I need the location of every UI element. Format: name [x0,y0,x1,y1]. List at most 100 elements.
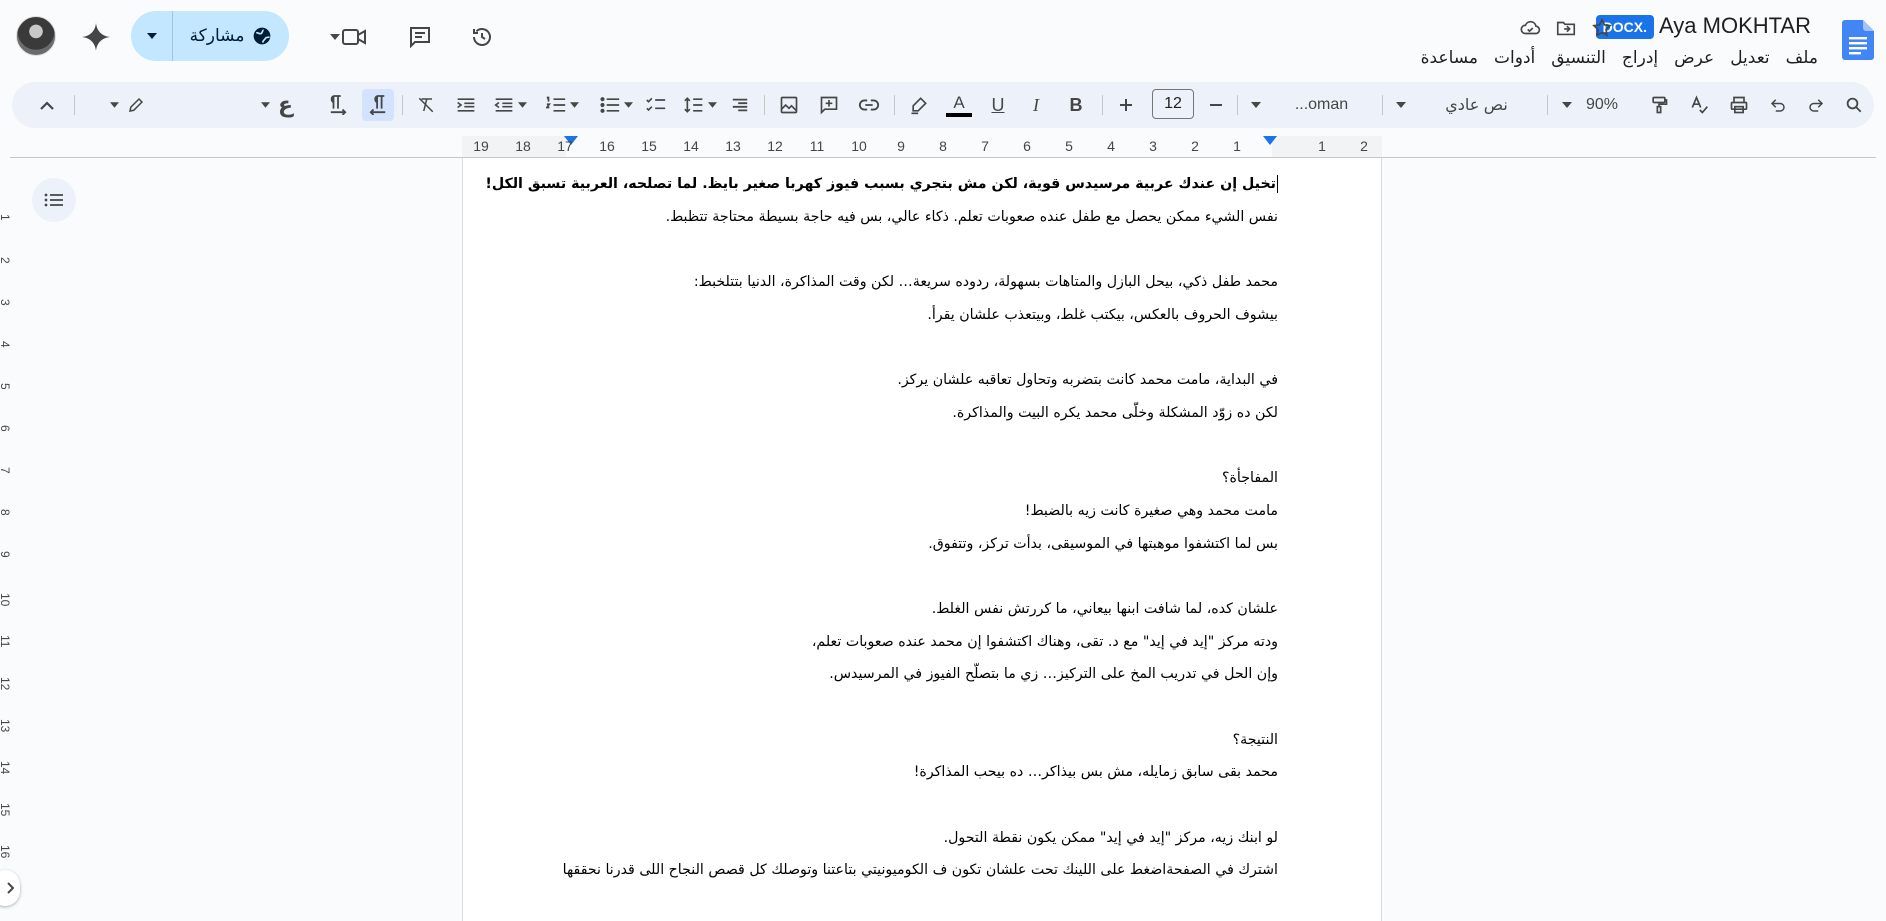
underline-icon: U [991,94,1005,115]
zoom-select[interactable]: 90% [1558,89,1628,121]
menu-bar: ملف تعديل عرض إدراج التنسيق أدوات مساعدة [1413,46,1826,70]
increase-indent-icon[interactable] [452,89,480,121]
star-icon[interactable] [1588,14,1616,42]
outline-list-icon [44,193,63,207]
input-tools-button[interactable]: ع [252,89,302,121]
ruler-number: 13 [725,138,741,154]
video-call-icon[interactable] [335,18,373,56]
globe-icon [254,27,271,45]
vertical-ruler[interactable]: 1 2 3 4 5 6 7 8 9 10 11 12 13 14 15 16 [0,160,12,921]
doc-line: تخيل إن عندك عربية مرسيدس قوية، لكن مش ب… [485,168,1278,201]
doc-line [578,789,1278,822]
doc-line: علشان كده، لما شافت ابنها بيعاني، ما كرر… [931,600,1278,617]
ruler-number: 17 [557,138,573,154]
ruler-number: 8 [939,138,947,154]
line-spacing-icon [683,97,702,113]
font-family-select[interactable]: ...oman [1247,89,1372,121]
paint-format-icon[interactable] [1644,89,1674,121]
undo-icon[interactable] [1764,89,1792,121]
vertical-ruler-number: 2 [0,257,12,264]
add-comment-icon[interactable] [814,89,844,121]
document-title[interactable]: Aya MOKHTAR [1659,13,1811,39]
chevron-down-icon [517,102,527,108]
collapse-toolbar-icon[interactable] [32,89,62,121]
doc-line: اشترك في الصفحةاضغط على اللينك تحت علشان… [562,862,1278,879]
editing-mode-button[interactable] [102,89,152,121]
decrease-indent-button[interactable] [490,89,530,121]
ruler-number: 1 [1233,138,1241,154]
menu-file[interactable]: ملف [1778,46,1826,70]
comments-icon[interactable] [401,18,439,56]
document-body[interactable]: تخيل إن عندك عربية مرسيدس قوية، لكن مش ب… [485,168,1278,887]
paragraph-style-select[interactable]: نص عادي [1392,89,1537,121]
doc-line: مامت محمد وهي صغيرة كانت زيه بالضبط! [1024,502,1278,519]
menu-insert[interactable]: إدراج [1614,46,1666,70]
ruler-number: 7 [981,138,989,154]
document-page[interactable]: تخيل إن عندك عربية مرسيدس قوية، لكن مش ب… [462,158,1382,921]
menu-format[interactable]: التنسيق [1543,46,1614,70]
ruler-number: 15 [641,138,657,154]
document-outline-button[interactable] [32,178,76,222]
chevron-down-icon [109,102,119,108]
menu-help[interactable]: مساعدة [1413,46,1486,70]
chevron-down-icon [623,102,633,108]
search-menus-icon[interactable] [1840,89,1868,121]
horizontal-ruler[interactable]: 2 1 1 2 3 4 5 6 7 8 9 10 11 12 13 14 15 … [462,136,1382,158]
version-history-icon[interactable] [463,18,501,56]
minus-icon [1210,104,1222,106]
menu-view[interactable]: عرض [1666,46,1722,70]
vertical-ruler-number: 3 [0,299,12,306]
line-spacing-button[interactable] [680,89,720,121]
menu-edit[interactable]: تعديل [1722,46,1777,70]
increase-font-size-button[interactable] [1112,89,1140,121]
bold-icon: B [1069,94,1083,115]
doc-line: بيشوف الحروف بالعكس، بيكتب غلط، وبيتعذب … [927,306,1278,323]
vertical-ruler-number: 9 [0,551,12,558]
checklist-icon[interactable] [642,89,670,121]
align-right-icon[interactable] [726,89,754,121]
spellcheck-icon[interactable] [1684,89,1714,121]
paragraph-style-value: نص عادي [1445,97,1508,114]
doc-line: لو ابنك زيه، مركز "إيد في إيد" ممكن يكون… [943,829,1278,846]
doc-line [578,331,1278,364]
underline-button[interactable]: U [984,89,1012,121]
share-dropdown-button[interactable] [131,11,173,61]
insert-image-icon[interactable] [774,89,804,121]
text-color-button[interactable]: A [944,89,974,121]
clear-formatting-icon[interactable] [412,89,440,121]
docs-logo-icon[interactable] [1842,20,1874,60]
ltr-paragraph-icon[interactable] [324,89,352,121]
vertical-ruler-number: 5 [0,383,12,390]
ruler-number: 16 [599,138,615,154]
gemini-sparkle-icon[interactable] [80,21,112,53]
side-panel-toggle[interactable] [0,870,20,906]
chevron-down-icon [1251,102,1261,108]
user-avatar[interactable] [16,16,56,56]
menu-tools[interactable]: أدوات [1486,46,1543,70]
numbered-list-icon [545,96,565,112]
doc-line: في البداية، مامت محمد كانت بتضربه وتحاول… [897,372,1278,389]
print-icon[interactable] [1724,89,1754,121]
highlight-color-button[interactable] [904,89,934,121]
rtl-paragraph-icon [369,95,386,115]
vertical-ruler-number: 13 [0,719,12,733]
ruler-number: 2 [1360,138,1368,154]
bold-button[interactable]: B [1062,89,1090,121]
cloud-saved-icon[interactable] [1516,14,1544,42]
doc-line: محمد بقى سابق زمايله، مش بس بيذاكر… ده ب… [913,764,1278,781]
vertical-ruler-number: 10 [0,593,12,607]
rtl-paragraph-button[interactable] [362,89,394,121]
move-folder-icon[interactable] [1552,14,1580,42]
right-indent-marker[interactable] [1263,136,1277,145]
text-color-icon: A [953,92,965,112]
italic-button[interactable]: I [1022,89,1050,121]
bulleted-list-button[interactable] [596,89,636,121]
title-bar: Aya MOKHTAR DOCX. ملف تعديل عرض إدراج ال… [0,0,1886,78]
font-size-input[interactable]: 12 [1152,89,1194,119]
insert-link-icon[interactable] [854,89,884,121]
decrease-font-size-button[interactable] [1202,89,1230,121]
share-button[interactable]: مشاركة [173,26,289,46]
vertical-ruler-number: 14 [0,761,12,775]
redo-icon[interactable] [1802,89,1830,121]
numbered-list-button[interactable] [542,89,582,121]
